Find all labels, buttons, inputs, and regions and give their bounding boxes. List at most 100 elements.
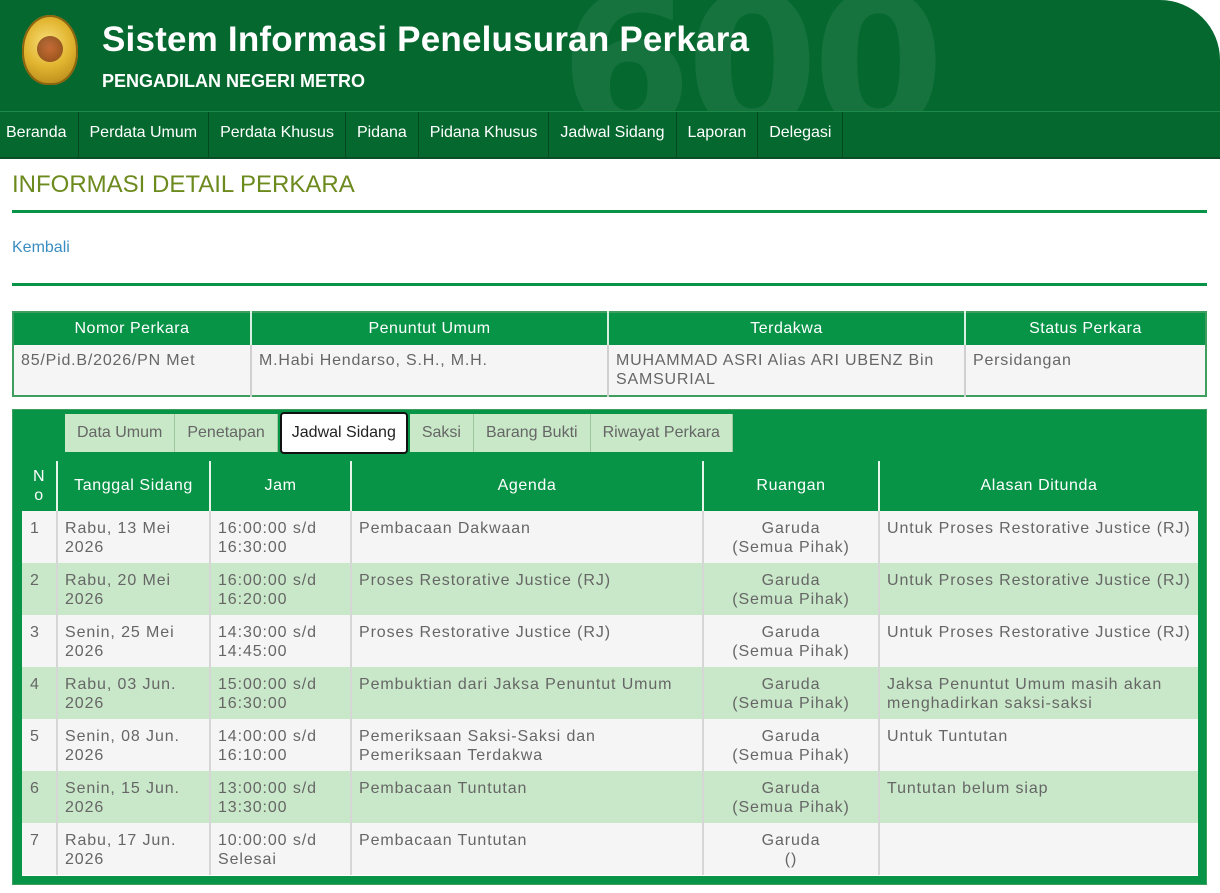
postpone-reason: Tuntutan belum siap xyxy=(879,771,1198,823)
page-title: INFORMASI DETAIL PERKARA xyxy=(12,171,355,198)
hearing-room: Garuda (Semua Pihak) xyxy=(703,511,880,563)
defendant: MUHAMMAD ASRI Alias ARI UBENZ Bin SAMSUR… xyxy=(608,345,966,396)
hearing-date: Rabu, 17 Jun. 2026 xyxy=(57,823,211,875)
nav-item-pidana-khusus[interactable]: Pidana Khusus xyxy=(419,112,550,157)
column-header: Alasan Ditunda xyxy=(879,461,1198,511)
case-detail-panel: Data Umum Penetapan Jadwal Sidang Saksi … xyxy=(12,409,1207,885)
table-row: 7 Rabu, 17 Jun. 2026 10:00:00 s/d Selesai P… xyxy=(22,823,1198,875)
column-header: Ruangan xyxy=(703,461,880,511)
divider xyxy=(12,283,1207,286)
hearing-agenda: Proses Restorative Justice (RJ) xyxy=(351,615,704,667)
hearing-room: Garuda (Semua Pihak) xyxy=(703,719,880,771)
room-name: Garuda xyxy=(761,572,821,589)
hearing-room: Garuda () xyxy=(703,823,880,875)
hearing-time: 13:00:00 s/d 13:30:00 xyxy=(210,771,352,823)
main-nav: Beranda Perdata Umum Perdata Khusus Pida… xyxy=(0,111,1220,159)
tab-jadwal-sidang[interactable]: Jadwal Sidang xyxy=(279,412,408,454)
room-name: Garuda xyxy=(761,780,821,797)
room-parties: (Semua Pihak) xyxy=(732,747,850,764)
tab-riwayat-perkara[interactable]: Riwayat Perkara xyxy=(590,414,733,452)
room-parties: (Semua Pihak) xyxy=(732,643,850,660)
court-name: PENGADILAN NEGERI METRO xyxy=(102,71,366,91)
column-header: Agenda xyxy=(351,461,704,511)
room-name: Garuda xyxy=(761,832,821,849)
row-number: 2 xyxy=(22,563,58,615)
nav-item-beranda[interactable]: Beranda xyxy=(0,112,79,157)
row-number: 4 xyxy=(22,667,58,719)
column-header: Jam xyxy=(210,461,352,511)
hearing-agenda: Pemeriksaan Saksi-Saksi dan Pemeriksaan … xyxy=(351,719,704,771)
hearing-agenda: Pembuktian dari Jaksa Penuntut Umum xyxy=(351,667,704,719)
divider xyxy=(12,210,1207,213)
table-row: 85/Pid.B/2026/PN Met M.Habi Hendarso, S.… xyxy=(13,345,1206,396)
hearing-schedule-table: N o Tanggal Sidang Jam Agenda Ruangan Al… xyxy=(22,461,1198,875)
court-logo-icon xyxy=(22,15,78,85)
table-row: 6 Senin, 15 Jun. 2026 13:00:00 s/d 13:30:0… xyxy=(22,771,1198,823)
hearing-room: Garuda (Semua Pihak) xyxy=(703,615,880,667)
postpone-reason: Untuk Proses Restorative Justice (RJ) xyxy=(879,615,1198,667)
nav-item-perdata-umum[interactable]: Perdata Umum xyxy=(79,112,210,157)
tab-content: N o Tanggal Sidang Jam Agenda Ruangan Al… xyxy=(21,460,1199,877)
tab-penetapan[interactable]: Penetapan xyxy=(175,414,278,452)
room-parties: (Semua Pihak) xyxy=(732,695,850,712)
nav-item-perdata-khusus[interactable]: Perdata Khusus xyxy=(209,112,346,157)
hearing-time: 10:00:00 s/d Selesai xyxy=(210,823,352,875)
row-number: 6 xyxy=(22,771,58,823)
hearing-time: 14:00:00 s/d 16:10:00 xyxy=(210,719,352,771)
hearing-time: 16:00:00 s/d 16:30:00 xyxy=(210,511,352,563)
hearing-room: Garuda (Semua Pihak) xyxy=(703,667,880,719)
room-name: Garuda xyxy=(761,624,821,641)
column-header-no: N o xyxy=(22,461,58,511)
hearing-room: Garuda (Semua Pihak) xyxy=(703,771,880,823)
case-number: 85/Pid.B/2026/PN Met xyxy=(13,345,252,396)
hearing-agenda: Pembacaan Tuntutan xyxy=(351,823,704,875)
site-title: Sistem Informasi Penelusuran Perkara xyxy=(102,20,750,59)
row-number: 5 xyxy=(22,719,58,771)
postpone-reason: Untuk Proses Restorative Justice (RJ) xyxy=(879,511,1198,563)
room-parties: (Semua Pihak) xyxy=(732,539,850,556)
room-parties: (Semua Pihak) xyxy=(732,799,850,816)
row-number: 3 xyxy=(22,615,58,667)
case-status: Persidangan xyxy=(965,345,1206,396)
room-name: Garuda xyxy=(761,728,821,745)
hearing-time: 15:00:00 s/d 16:30:00 xyxy=(210,667,352,719)
postpone-reason: Untuk Proses Restorative Justice (RJ) xyxy=(879,563,1198,615)
table-row: 2 Rabu, 20 Mei 2026 16:00:00 s/d 16:20:00 P… xyxy=(22,563,1198,615)
tab-data-umum[interactable]: Data Umum xyxy=(65,414,176,452)
nav-item-pidana[interactable]: Pidana xyxy=(346,112,419,157)
room-name: Garuda xyxy=(761,676,821,693)
hearing-agenda: Pembacaan Tuntutan xyxy=(351,771,704,823)
hearing-date: Senin, 25 Mei 2026 xyxy=(57,615,211,667)
room-name: Garuda xyxy=(761,520,821,537)
column-header: Penuntut Umum xyxy=(251,312,609,345)
tab-barang-bukti[interactable]: Barang Bukti xyxy=(473,414,591,452)
hearing-agenda: Proses Restorative Justice (RJ) xyxy=(351,563,704,615)
tab-bar: Data Umum Penetapan Jadwal Sidang Saksi … xyxy=(65,412,733,454)
nav-item-laporan[interactable]: Laporan xyxy=(677,112,759,157)
table-row: 4 Rabu, 03 Jun. 2026 15:00:00 s/d 16:30:00… xyxy=(22,667,1198,719)
room-parties: () xyxy=(784,851,798,868)
hearing-agenda: Pembacaan Dakwaan xyxy=(351,511,704,563)
postpone-reason xyxy=(879,823,1198,875)
hearing-date: Senin, 15 Jun. 2026 xyxy=(57,771,211,823)
hearing-time: 14:30:00 s/d 14:45:00 xyxy=(210,615,352,667)
table-row: 3 Senin, 25 Mei 2026 14:30:00 s/d 14:45:00… xyxy=(22,615,1198,667)
hearing-date: Rabu, 13 Mei 2026 xyxy=(57,511,211,563)
site-header: 600 Sistem Informasi Penelusuran Perkara… xyxy=(0,0,1220,111)
table-row: 5 Senin, 08 Jun. 2026 14:00:00 s/d 16:10:0… xyxy=(22,719,1198,771)
prosecutor: M.Habi Hendarso, S.H., M.H. xyxy=(251,345,609,396)
hearing-date: Rabu, 03 Jun. 2026 xyxy=(57,667,211,719)
table-row: 1 Rabu, 13 Mei 2026 16:00:00 s/d 16:30:00 P… xyxy=(22,511,1198,563)
column-header: Nomor Perkara xyxy=(13,312,252,345)
hearing-time: 16:00:00 s/d 16:20:00 xyxy=(210,563,352,615)
hearing-room: Garuda (Semua Pihak) xyxy=(703,563,880,615)
hearing-date: Rabu, 20 Mei 2026 xyxy=(57,563,211,615)
row-number: 1 xyxy=(22,511,58,563)
back-link[interactable]: Kembali xyxy=(12,239,70,257)
tab-saksi[interactable]: Saksi xyxy=(409,414,474,452)
room-parties: (Semua Pihak) xyxy=(732,591,850,608)
case-summary-table: Nomor Perkara Penuntut Umum Terdakwa Sta… xyxy=(12,311,1207,397)
nav-item-jadwal-sidang[interactable]: Jadwal Sidang xyxy=(549,112,677,157)
nav-item-delegasi[interactable]: Delegasi xyxy=(758,112,844,157)
postpone-reason: Untuk Tuntutan xyxy=(879,719,1198,771)
